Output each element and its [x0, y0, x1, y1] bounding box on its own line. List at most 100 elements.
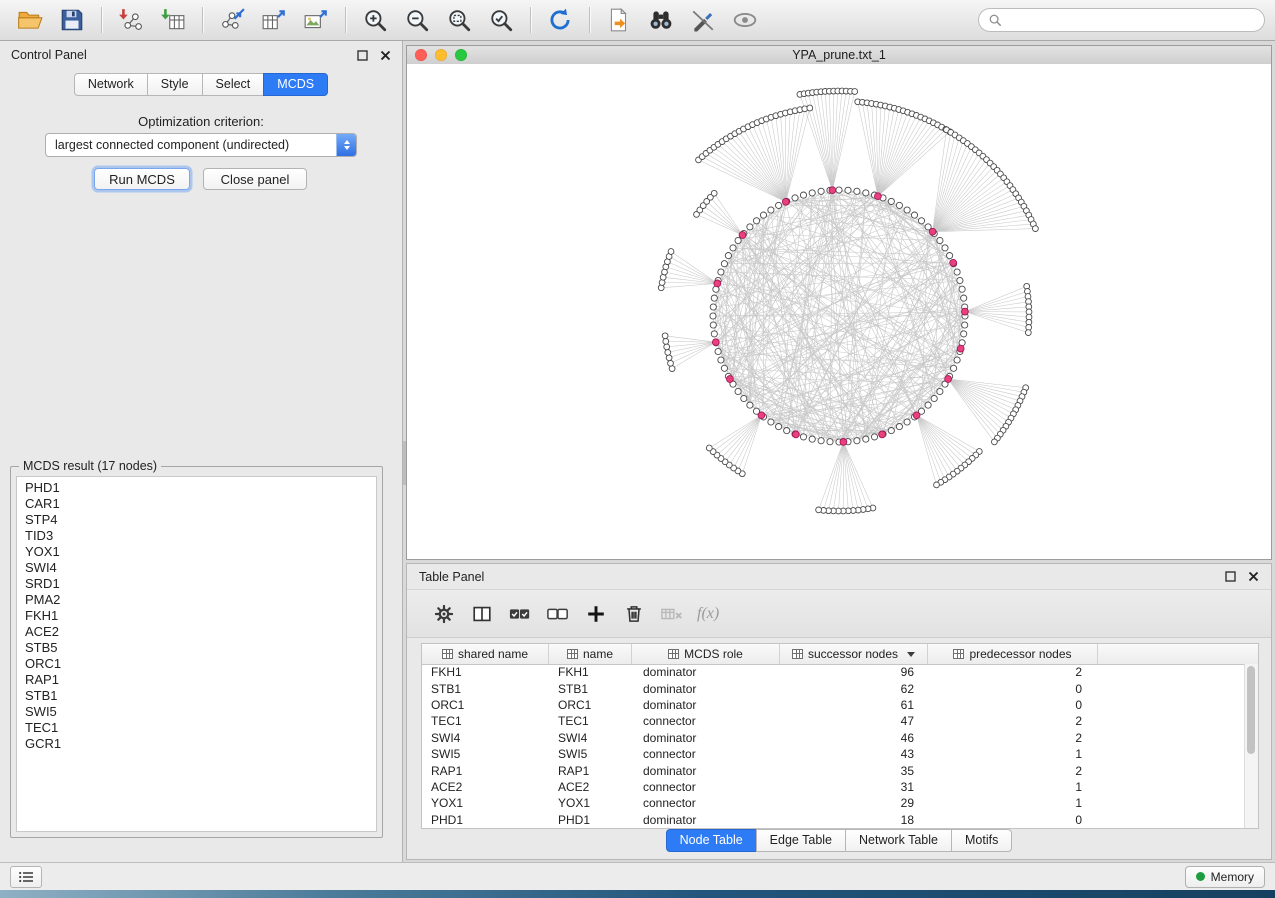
network-graph[interactable]: [407, 64, 1271, 559]
run-mcds-button[interactable]: Run MCDS: [94, 168, 190, 190]
mcds-result-item[interactable]: YOX1: [17, 544, 376, 560]
zoom-out-button[interactable]: [397, 4, 437, 36]
save-icon: [59, 7, 85, 33]
table-cell: dominator: [632, 731, 780, 745]
table-row[interactable]: SWI4SWI4dominator462: [422, 730, 1245, 746]
refresh-icon: [547, 7, 573, 33]
table-row[interactable]: FKH1FKH1dominator962: [422, 664, 1245, 680]
tab-motifs[interactable]: Motifs: [951, 829, 1012, 852]
table-row[interactable]: PHD1PHD1dominator180: [422, 812, 1245, 828]
tab-edge-table[interactable]: Edge Table: [756, 829, 846, 852]
table-row[interactable]: SWI5SWI5connector431: [422, 746, 1245, 762]
mcds-result-item[interactable]: STB5: [17, 640, 376, 656]
zoom-selected-icon: [488, 7, 514, 33]
table-toolbar: f(x): [407, 589, 1271, 638]
table-cell: TEC1: [549, 714, 632, 728]
mcds-result-item[interactable]: SWI5: [17, 704, 376, 720]
mcds-result-item[interactable]: ORC1: [17, 656, 376, 672]
add-column-button[interactable]: [577, 598, 615, 630]
import-network-button[interactable]: [111, 4, 151, 36]
export-image-button[interactable]: [296, 4, 336, 36]
close-panel-icon[interactable]: [380, 50, 391, 61]
apply-layout-button[interactable]: [540, 4, 580, 36]
criterion-dropdown[interactable]: largest connected component (undirected): [45, 133, 357, 157]
show-hide-button[interactable]: [725, 4, 765, 36]
tab-network-table[interactable]: Network Table: [845, 829, 952, 852]
table-cell: YOX1: [549, 796, 632, 810]
network-window-titlebar[interactable]: YPA_prune.txt_1: [407, 46, 1271, 65]
mcds-result-item[interactable]: STP4: [17, 512, 376, 528]
search-box[interactable]: [978, 8, 1265, 32]
column-header-successor-nodes[interactable]: successor nodes: [780, 644, 928, 664]
search-input[interactable]: [1008, 12, 1255, 28]
tab-select[interactable]: Select: [202, 73, 265, 96]
export-network-icon: [219, 7, 245, 33]
export-image-icon: [303, 7, 329, 33]
float-panel-icon[interactable]: [1225, 571, 1236, 582]
close-panel-icon[interactable]: [1248, 571, 1259, 582]
network-canvas[interactable]: [407, 64, 1271, 559]
table-row[interactable]: ORC1ORC1dominator610: [422, 697, 1245, 713]
column-header-shared-name[interactable]: shared name: [422, 644, 549, 664]
zoom-fit-button[interactable]: [439, 4, 479, 36]
zoom-in-button[interactable]: [355, 4, 395, 36]
mcds-result-item[interactable]: TEC1: [17, 720, 376, 736]
table-row[interactable]: ACE2ACE2connector311: [422, 779, 1245, 795]
mcds-result-item[interactable]: ACE2: [17, 624, 376, 640]
table-row[interactable]: RAP1RAP1dominator352: [422, 762, 1245, 778]
mcds-result-item[interactable]: TID3: [17, 528, 376, 544]
mcds-result-item[interactable]: FKH1: [17, 608, 376, 624]
mcds-result-item[interactable]: STB1: [17, 688, 376, 704]
graphics-details-button[interactable]: [683, 4, 723, 36]
zoom-selected-button[interactable]: [481, 4, 521, 36]
table-cell: 35: [780, 764, 928, 778]
table-settings-button[interactable]: [425, 598, 463, 630]
zoom-in-icon: [362, 7, 388, 33]
delete-column-button[interactable]: [615, 598, 653, 630]
export-table-button[interactable]: [254, 4, 294, 36]
table-cell: dominator: [632, 764, 780, 778]
show-columns-button[interactable]: [463, 598, 501, 630]
open-file-button[interactable]: [10, 4, 50, 36]
import-table-button[interactable]: [153, 4, 193, 36]
mcds-result-item[interactable]: CAR1: [17, 496, 376, 512]
optimization-criterion-label: Optimization criterion:: [0, 114, 402, 129]
mcds-result-list[interactable]: PHD1CAR1STP4TID3YOX1SWI4SRD1PMA2FKH1ACE2…: [16, 476, 377, 832]
column-type-icon: [668, 649, 679, 659]
table-row[interactable]: YOX1YOX1connector291: [422, 795, 1245, 811]
tab-node-table[interactable]: Node Table: [666, 829, 757, 852]
mcds-result-item[interactable]: PMA2: [17, 592, 376, 608]
zoom-fit-icon: [446, 7, 472, 33]
delete-table-button[interactable]: [653, 598, 691, 630]
table-scrollbar[interactable]: [1244, 664, 1258, 828]
tab-style[interactable]: Style: [147, 73, 203, 96]
mcds-result-item[interactable]: PHD1: [17, 480, 376, 496]
find-button[interactable]: [641, 4, 681, 36]
scrollbar-thumb[interactable]: [1247, 666, 1255, 754]
table-row[interactable]: TEC1TEC1connector472: [422, 713, 1245, 729]
mcds-result-item[interactable]: SWI4: [17, 560, 376, 576]
tab-mcds[interactable]: MCDS: [263, 73, 328, 96]
table-row[interactable]: STB1STB1dominator620: [422, 680, 1245, 696]
close-panel-button[interactable]: Close panel: [203, 168, 307, 190]
export-network-button[interactable]: [212, 4, 252, 36]
tab-network[interactable]: Network: [74, 73, 148, 96]
table-panel: Table Panel: [406, 563, 1272, 860]
memory-button[interactable]: Memory: [1185, 866, 1265, 888]
mcds-result-item[interactable]: GCR1: [17, 736, 376, 752]
desktop-wallpaper: [0, 890, 1275, 898]
column-header-predecessor-nodes[interactable]: predecessor nodes: [928, 644, 1098, 664]
table-cell: dominator: [632, 682, 780, 696]
copy-document-button[interactable]: [599, 4, 639, 36]
task-history-button[interactable]: [10, 866, 42, 888]
function-builder-button[interactable]: f(x): [691, 605, 719, 623]
column-header-name[interactable]: name: [549, 644, 632, 664]
deselect-all-button[interactable]: [539, 598, 577, 630]
column-header-mcds-role[interactable]: MCDS role: [632, 644, 780, 664]
select-all-button[interactable]: [501, 598, 539, 630]
table-panel-title: Table Panel: [419, 570, 484, 584]
float-panel-icon[interactable]: [357, 50, 368, 61]
mcds-result-item[interactable]: SRD1: [17, 576, 376, 592]
mcds-result-item[interactable]: RAP1: [17, 672, 376, 688]
save-session-button[interactable]: [52, 4, 92, 36]
